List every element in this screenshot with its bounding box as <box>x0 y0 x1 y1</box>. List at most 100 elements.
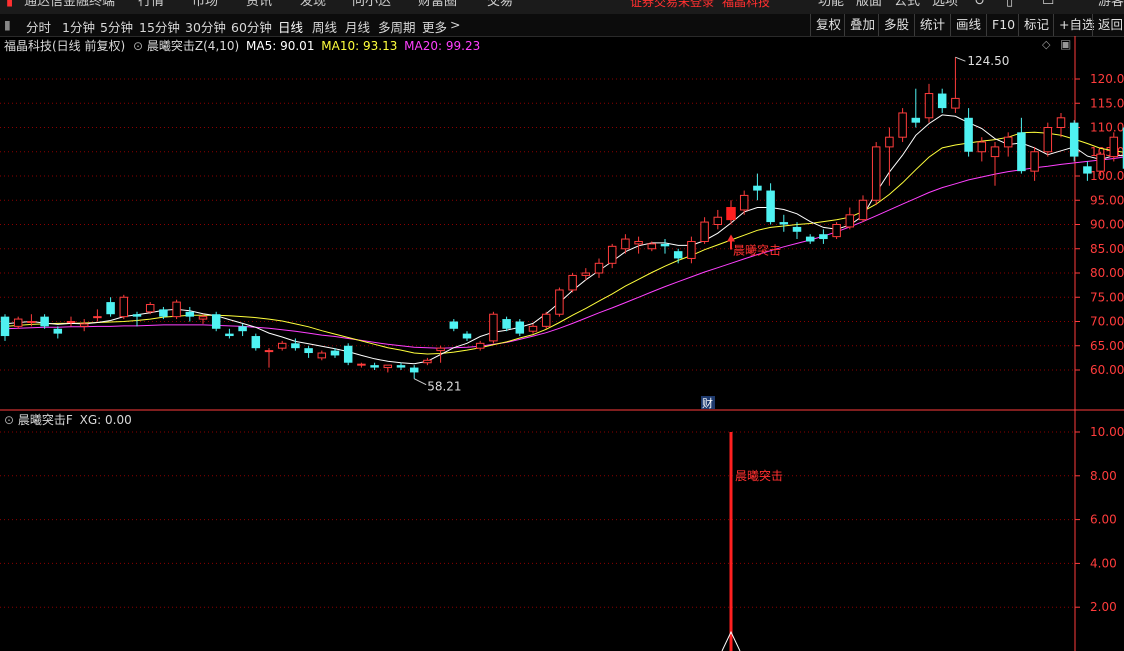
ma10-line <box>4 131 1124 355</box>
candle <box>211 311 221 332</box>
sub-axis: 10.00 8.00 6.00 4.00 2.00 <box>1075 425 1124 614</box>
candle <box>687 236 696 264</box>
candle-body <box>172 301 181 318</box>
candle-body <box>330 350 340 356</box>
candle <box>594 258 604 278</box>
candle-body <box>119 296 129 318</box>
candle <box>225 328 234 339</box>
price-tick-label: 80.00 <box>1090 266 1124 280</box>
candle <box>660 239 670 254</box>
candle-body <box>766 190 775 223</box>
candle-body <box>819 234 828 240</box>
candle <box>951 57 960 113</box>
candle-body <box>462 333 472 339</box>
candle-body <box>871 146 881 201</box>
price-tick-label: 65.00 <box>1090 339 1124 353</box>
candle <box>845 207 855 230</box>
candle <box>766 183 775 225</box>
candle-body <box>238 326 247 332</box>
candle <box>93 309 102 322</box>
candle-body <box>317 352 327 359</box>
candle <box>700 217 709 244</box>
candle <box>462 331 472 341</box>
price-tick-label: 85.00 <box>1090 242 1124 256</box>
sub-tick-label: 4.00 <box>1090 556 1117 570</box>
candle-body <box>436 347 445 352</box>
candle <box>713 209 723 230</box>
signal-label: 晨曦突击 <box>733 243 781 258</box>
candle-body <box>951 97 960 109</box>
candle-body <box>990 146 1000 158</box>
price-tick-label: 60.00 <box>1090 363 1124 377</box>
candle-body <box>792 226 802 232</box>
candle-body <box>475 342 485 349</box>
high-marker-line <box>955 56 966 62</box>
candle-body <box>832 224 841 238</box>
signal-candle-body <box>726 207 736 221</box>
candle-body <box>924 93 934 119</box>
price-tick-label: 75.00 <box>1090 290 1124 304</box>
candle <box>436 345 445 363</box>
candles <box>0 57 1124 379</box>
sub-tick-label: 2.00 <box>1090 600 1117 614</box>
candle-body <box>964 117 973 152</box>
candle <box>304 345 313 358</box>
candle <box>317 350 327 361</box>
candle-body <box>383 364 393 369</box>
candle-body <box>1069 122 1079 157</box>
candle <box>753 173 762 201</box>
candle-body <box>713 216 723 226</box>
price-tick-label: 115.0 <box>1090 96 1124 110</box>
candle-body <box>858 199 868 221</box>
candle-body <box>753 185 762 191</box>
price-tick-label: 100.0 <box>1090 169 1124 183</box>
candle-body <box>277 342 287 349</box>
candle <box>673 248 683 264</box>
candle <box>1043 122 1053 157</box>
candle <box>79 319 89 332</box>
kline-chart[interactable]: 120.0115.0110.0105.0100.095.0090.0085.00… <box>0 0 1124 651</box>
candle-body <box>739 194 749 211</box>
candle-body <box>13 318 23 327</box>
candle-body <box>66 321 76 323</box>
candle <box>185 306 195 322</box>
candle-body <box>396 365 406 368</box>
price-tick-label: 95.00 <box>1090 193 1124 207</box>
candle <box>1109 132 1119 162</box>
candle-body <box>515 321 525 334</box>
candle-body <box>343 345 353 363</box>
candle-body <box>53 328 63 334</box>
candle <box>277 340 287 351</box>
candle <box>53 326 63 339</box>
candle <box>858 195 868 223</box>
candle <box>528 323 538 334</box>
sub-tick-label: 10.00 <box>1090 425 1124 439</box>
candle-body <box>885 136 894 148</box>
candle <box>568 273 577 293</box>
candle <box>238 323 247 337</box>
candle <box>964 108 973 157</box>
candle-body <box>251 336 261 349</box>
candle-body <box>541 313 551 327</box>
candle <box>990 142 1000 186</box>
candle-body <box>211 314 221 329</box>
candle-body <box>687 240 696 259</box>
candle <box>924 83 934 123</box>
candle-body <box>409 367 419 373</box>
low-marker-line <box>413 378 427 386</box>
candle <box>172 299 181 320</box>
candle-body <box>937 93 947 109</box>
price-tick-label: 70.00 <box>1090 315 1124 329</box>
candle-body <box>198 316 208 320</box>
candle-body <box>0 316 10 337</box>
sub-tick-label: 8.00 <box>1090 469 1117 483</box>
low-price-label: 58.21 <box>427 380 461 394</box>
candle <box>119 294 129 320</box>
finance-badge[interactable]: 财 <box>702 396 713 410</box>
candle <box>449 319 459 332</box>
candle-body <box>1003 136 1013 148</box>
candle-body <box>159 309 168 317</box>
sub-signal-label: 晨曦突击 <box>735 468 783 483</box>
candle <box>819 229 828 244</box>
candle <box>106 297 115 317</box>
